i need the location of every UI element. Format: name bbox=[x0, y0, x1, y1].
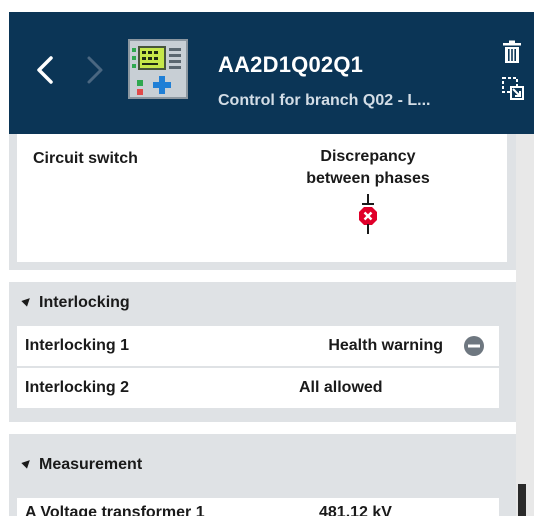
undock-window-icon[interactable] bbox=[501, 76, 525, 102]
device-title: AA2D1Q02Q1 bbox=[218, 52, 364, 77]
scrollbar-track[interactable] bbox=[516, 134, 534, 516]
row-label: Interlocking 2 bbox=[25, 379, 130, 396]
row-label: Interlocking 1 bbox=[25, 337, 130, 354]
measurement-title: Measurement bbox=[39, 456, 143, 473]
header-bar: AA2D1Q02Q1 Control for branch Q02 - L... bbox=[9, 12, 534, 134]
chevron-right-icon bbox=[87, 56, 103, 84]
properties-panel: Circuit switch Discrepancy between phase… bbox=[9, 134, 516, 516]
minus-circle-icon[interactable] bbox=[463, 335, 485, 357]
circuit-switch-label: Circuit switch bbox=[33, 150, 138, 167]
row-value: Health warning bbox=[328, 337, 443, 354]
collapse-triangle-icon bbox=[21, 295, 33, 307]
interlocking-row-2: Interlocking 2 All allowed bbox=[17, 368, 499, 408]
section-divider bbox=[9, 270, 516, 282]
measurement-section-header[interactable]: Measurement bbox=[21, 456, 143, 474]
collapse-triangle-icon bbox=[21, 457, 33, 469]
chevron-left-icon bbox=[37, 56, 53, 84]
back-button[interactable] bbox=[31, 52, 61, 88]
app-frame: AA2D1Q02Q1 Control for branch Q02 - L...… bbox=[0, 0, 534, 516]
row-label: A Voltage transformer 1 bbox=[25, 504, 205, 516]
device-subtitle: Control for branch Q02 - L... bbox=[218, 92, 431, 109]
ied-device-icon bbox=[128, 39, 188, 99]
circuit-switch-card: Circuit switch Discrepancy between phase… bbox=[17, 134, 507, 262]
scrollbar-thumb[interactable] bbox=[518, 484, 526, 516]
row-value: 481.12 kV bbox=[319, 504, 392, 516]
circuit-switch-state: Discrepancy between phases bbox=[306, 148, 430, 187]
interlocking-section-header[interactable]: Interlocking bbox=[21, 294, 130, 312]
interlocking-title: Interlocking bbox=[39, 294, 130, 311]
measurement-row-1: A Voltage transformer 1 481.12 kV bbox=[17, 498, 499, 516]
window-edge bbox=[0, 0, 9, 516]
interlocking-row-1: Interlocking 1 Health warning bbox=[17, 326, 499, 366]
section-divider bbox=[9, 422, 516, 434]
trash-icon[interactable] bbox=[501, 40, 523, 64]
switch-error-icon bbox=[359, 194, 377, 234]
forward-button[interactable] bbox=[79, 52, 109, 88]
row-value: All allowed bbox=[299, 379, 383, 396]
